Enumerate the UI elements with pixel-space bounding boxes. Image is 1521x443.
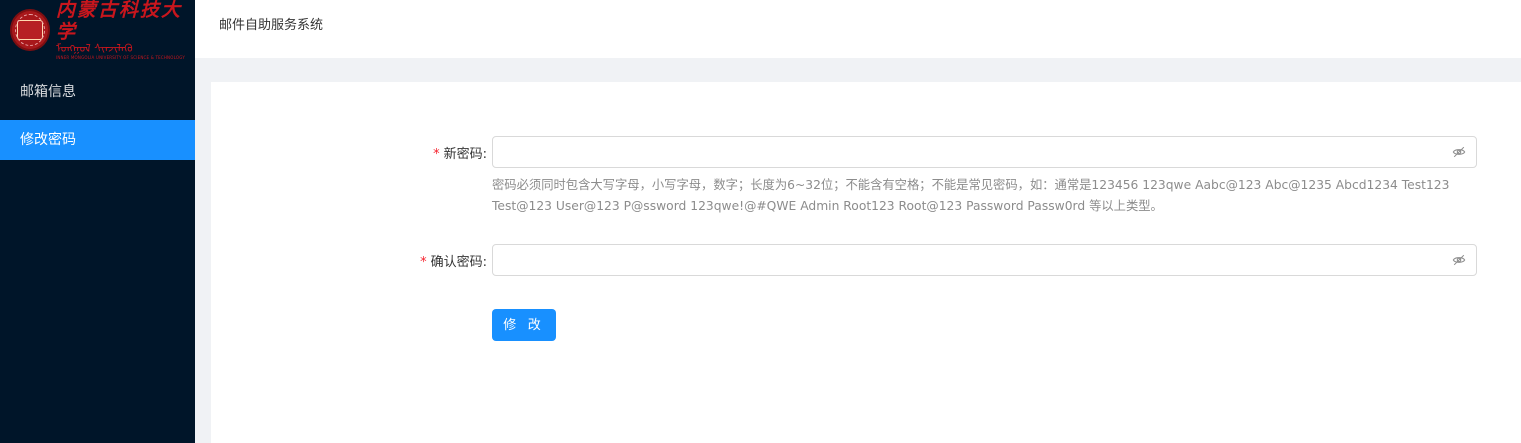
top-header: 邮件自助服务系统 xyxy=(195,0,1521,58)
logo-text: 内蒙古科技大学 ᠮᠣᠩᠭᠣᠯ ᠰᠢᠨᠵᠢᠯᠡᠬᠦ INNER MONGOLIA … xyxy=(56,0,195,61)
logo-mongolian-name: ᠮᠣᠩᠭᠣᠯ ᠰᠢᠨᠵᠢᠯᠡᠬᠦ xyxy=(55,42,133,55)
sidebar: 内蒙古科技大学 ᠮᠣᠩᠭᠣᠯ ᠰᠢᠨᠵᠢᠯᠡᠬᠦ INNER MONGOLIA … xyxy=(0,0,195,443)
sidebar-item-label: 修改密码 xyxy=(20,132,76,148)
confirm-password-label: * 确认密码: xyxy=(420,255,487,270)
new-password-label: * 新密码: xyxy=(433,147,487,162)
password-rules-help: 密码必须同时包含大写字母，小写字母，数字；长度为6~32位；不能含有空格；不能是… xyxy=(492,178,1450,213)
university-seal-icon xyxy=(10,9,50,51)
main-content: * 新密码: 密码必须同时包含大写字母，小写字母，数字；长度为6~32位；不能含有… xyxy=(211,82,1521,443)
required-mark: * xyxy=(420,255,427,270)
sidebar-item-mailbox-info[interactable]: 邮箱信息 xyxy=(0,72,195,112)
sidebar-item-label: 邮箱信息 xyxy=(20,84,76,100)
new-password-field[interactable] xyxy=(492,136,1477,168)
logo-chinese-name: 内蒙古科技大学 xyxy=(55,0,182,43)
submit-button[interactable]: 修 改 xyxy=(492,309,556,341)
logo-english-name: INNER MONGOLIA UNIVERSITY OF SCIENCE & T… xyxy=(55,55,185,60)
confirm-password-field[interactable] xyxy=(492,244,1477,276)
eye-invisible-icon[interactable] xyxy=(1452,145,1466,159)
university-logo[interactable]: 内蒙古科技大学 ᠮᠣᠩᠭᠣᠯ ᠰᠢᠨᠵᠢᠯᠡᠬᠦ INNER MONGOLIA … xyxy=(0,0,195,60)
confirm-password-input[interactable] xyxy=(493,245,1433,275)
page-title: 邮件自助服务系统 xyxy=(219,18,324,33)
new-password-input[interactable] xyxy=(493,137,1433,167)
eye-invisible-icon[interactable] xyxy=(1452,253,1466,267)
sidebar-item-change-password[interactable]: 修改密码 xyxy=(0,120,195,160)
required-mark: * xyxy=(433,147,440,162)
